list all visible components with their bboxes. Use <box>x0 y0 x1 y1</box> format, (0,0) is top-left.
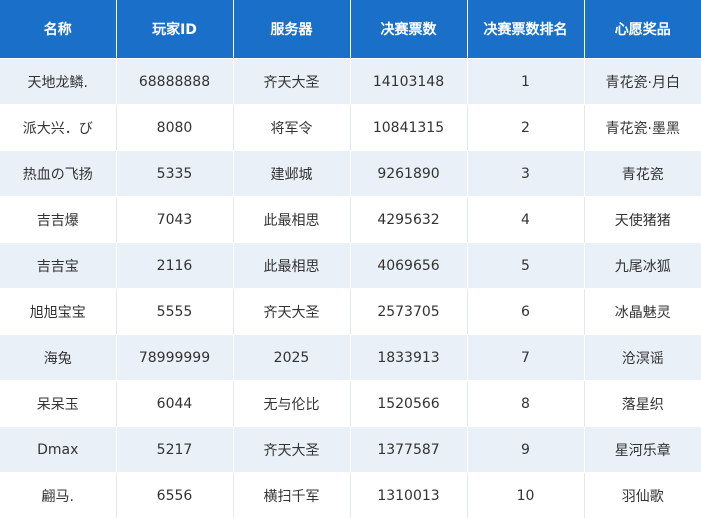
header-final-votes: 决赛票数 <box>350 0 468 59</box>
cell-wish-prize: 冰晶魅灵 <box>584 288 701 335</box>
cell-player-id: 6044 <box>116 380 234 427</box>
cell-server: 此最相思 <box>233 242 351 289</box>
cell-final-rank: 4 <box>467 196 585 243</box>
cell-final-rank: 9 <box>467 426 585 473</box>
cell-final-votes: 4069656 <box>350 242 468 289</box>
cell-final-votes: 9261890 <box>350 150 468 197</box>
table-row: 翩马. 6556 横扫千军 1310013 10 羽仙歌 <box>0 472 701 518</box>
cell-final-votes: 1833913 <box>350 334 468 381</box>
cell-server: 此最相思 <box>233 196 351 243</box>
cell-final-votes: 4295632 <box>350 196 468 243</box>
cell-final-votes: 1520566 <box>350 380 468 427</box>
cell-player-id: 7043 <box>116 196 234 243</box>
cell-server: 2025 <box>233 334 351 381</box>
cell-final-votes: 1377587 <box>350 426 468 473</box>
cell-server: 齐天大圣 <box>233 426 351 473</box>
table-row: 天地龙鳞. 68888888 齐天大圣 14103148 1 青花瓷·月白 <box>0 58 701 105</box>
cell-server: 齐天大圣 <box>233 58 351 105</box>
cell-player-id: 78999999 <box>116 334 234 381</box>
cell-final-votes: 1310013 <box>350 472 468 518</box>
header-row: 名称 玩家ID 服务器 决赛票数 决赛票数排名 心愿奖品 <box>0 0 701 59</box>
cell-player-id: 68888888 <box>116 58 234 105</box>
cell-final-rank: 3 <box>467 150 585 197</box>
cell-final-rank: 8 <box>467 380 585 427</box>
cell-player-id: 8080 <box>116 104 234 151</box>
cell-name: 海兔 <box>0 334 117 381</box>
table-body: 天地龙鳞. 68888888 齐天大圣 14103148 1 青花瓷·月白 派大… <box>0 58 701 518</box>
cell-wish-prize: 沧溟谣 <box>584 334 701 381</box>
cell-server: 将军令 <box>233 104 351 151</box>
cell-name: 派大兴．び <box>0 104 117 151</box>
cell-wish-prize: 星河乐章 <box>584 426 701 473</box>
cell-wish-prize: 羽仙歌 <box>584 472 701 518</box>
cell-name: 吉吉宝 <box>0 242 117 289</box>
cell-final-rank: 5 <box>467 242 585 289</box>
cell-player-id: 5217 <box>116 426 234 473</box>
cell-final-rank: 10 <box>467 472 585 518</box>
table-row: Dmax 5217 齐天大圣 1377587 9 星河乐章 <box>0 426 701 473</box>
header-server: 服务器 <box>233 0 351 59</box>
cell-final-rank: 7 <box>467 334 585 381</box>
cell-wish-prize: 九尾冰狐 <box>584 242 701 289</box>
table-row: 热血の飞扬 5335 建邺城 9261890 3 青花瓷 <box>0 150 701 197</box>
table-header: 名称 玩家ID 服务器 决赛票数 决赛票数排名 心愿奖品 <box>0 0 701 59</box>
cell-server: 横扫千军 <box>233 472 351 518</box>
header-wish-prize: 心愿奖品 <box>584 0 701 59</box>
cell-final-rank: 1 <box>467 58 585 105</box>
cell-player-id: 6556 <box>116 472 234 518</box>
cell-player-id: 2116 <box>116 242 234 289</box>
cell-name: Dmax <box>0 426 117 473</box>
cell-server: 齐天大圣 <box>233 288 351 335</box>
header-player-id: 玩家ID <box>116 0 234 59</box>
cell-final-votes: 2573705 <box>350 288 468 335</box>
table-row: 吉吉宝 2116 此最相思 4069656 5 九尾冰狐 <box>0 242 701 289</box>
cell-wish-prize: 青花瓷·月白 <box>584 58 701 105</box>
cell-final-votes: 10841315 <box>350 104 468 151</box>
table-row: 吉吉爆 7043 此最相思 4295632 4 天使猪猪 <box>0 196 701 243</box>
header-final-rank: 决赛票数排名 <box>467 0 585 59</box>
table-row: 海兔 78999999 2025 1833913 7 沧溟谣 <box>0 334 701 381</box>
cell-final-rank: 6 <box>467 288 585 335</box>
cell-server: 建邺城 <box>233 150 351 197</box>
ranking-table-container: 名称 玩家ID 服务器 决赛票数 决赛票数排名 心愿奖品 天地龙鳞. 68888… <box>0 0 701 518</box>
cell-name: 呆呆玉 <box>0 380 117 427</box>
cell-final-votes: 14103148 <box>350 58 468 105</box>
cell-name: 翩马. <box>0 472 117 518</box>
table-row: 旭旭宝宝 5555 齐天大圣 2573705 6 冰晶魅灵 <box>0 288 701 335</box>
cell-wish-prize: 落星织 <box>584 380 701 427</box>
cell-name: 热血の飞扬 <box>0 150 117 197</box>
cell-wish-prize: 青花瓷·墨黑 <box>584 104 701 151</box>
cell-server: 无与伦比 <box>233 380 351 427</box>
cell-wish-prize: 天使猪猪 <box>584 196 701 243</box>
table-row: 呆呆玉 6044 无与伦比 1520566 8 落星织 <box>0 380 701 427</box>
ranking-table: 名称 玩家ID 服务器 决赛票数 决赛票数排名 心愿奖品 天地龙鳞. 68888… <box>0 0 701 518</box>
header-name: 名称 <box>0 0 117 59</box>
table-row: 派大兴．び 8080 将军令 10841315 2 青花瓷·墨黑 <box>0 104 701 151</box>
cell-name: 天地龙鳞. <box>0 58 117 105</box>
cell-name: 吉吉爆 <box>0 196 117 243</box>
cell-player-id: 5555 <box>116 288 234 335</box>
cell-name: 旭旭宝宝 <box>0 288 117 335</box>
cell-final-rank: 2 <box>467 104 585 151</box>
cell-player-id: 5335 <box>116 150 234 197</box>
cell-wish-prize: 青花瓷 <box>584 150 701 197</box>
